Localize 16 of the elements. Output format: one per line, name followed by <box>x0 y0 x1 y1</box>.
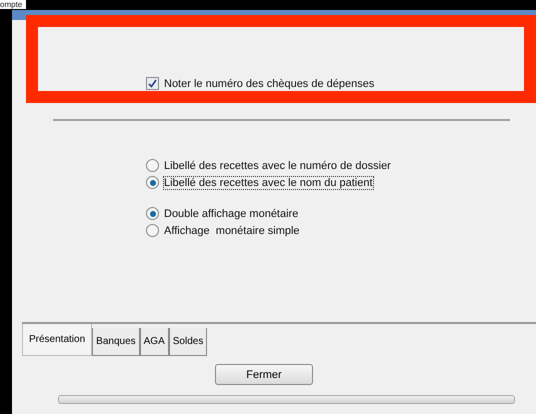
tab[interactable]: Banques <box>92 328 140 356</box>
background-text: ompte <box>0 0 26 9</box>
radio-label: Affichage monétaire simple <box>164 224 300 236</box>
checkbox[interactable] <box>146 77 159 90</box>
radio-label: Libellé des recettes avec le numéro de dossier <box>164 160 391 172</box>
radio-label: Libellé des recettes avec le nom du patient <box>164 176 373 188</box>
tab[interactable]: Soldes <box>168 328 208 356</box>
radio-button[interactable] <box>146 159 159 172</box>
radio-button[interactable] <box>146 224 159 237</box>
tab[interactable]: Présentation <box>22 324 92 356</box>
radio-button[interactable] <box>146 176 159 189</box>
checkbox-label: Noter le numéro des chèques de dépenses <box>164 78 374 90</box>
close-button[interactable]: Fermer <box>215 364 313 385</box>
tab[interactable]: AGA <box>140 328 169 356</box>
radio-button[interactable] <box>146 207 159 220</box>
radio-label: Double affichage monétaire <box>164 208 298 220</box>
